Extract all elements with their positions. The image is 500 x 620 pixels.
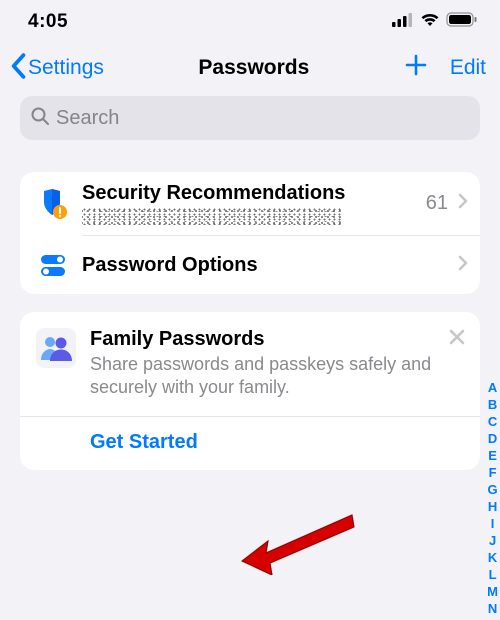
security-options-card: Security Recommendations 61 xyxy=(20,172,480,294)
password-options-row[interactable]: Password Options xyxy=(20,236,480,294)
chevron-right-icon xyxy=(458,193,468,214)
index-letter[interactable]: H xyxy=(488,499,497,515)
index-letter[interactable]: F xyxy=(489,465,497,481)
add-button[interactable] xyxy=(404,53,428,83)
page-title: Passwords xyxy=(198,56,309,80)
wifi-icon xyxy=(420,13,440,32)
content: Security Recommendations 61 xyxy=(0,148,500,470)
plus-icon xyxy=(404,53,428,77)
index-letter[interactable]: L xyxy=(489,567,497,583)
battery-icon xyxy=(446,12,478,32)
index-letter[interactable]: G xyxy=(488,482,498,498)
security-subtitle-redacted xyxy=(82,207,426,225)
index-jump-bar[interactable]: ABCDEFGHIJKLMN xyxy=(487,380,500,617)
nav-back-button[interactable]: Settings xyxy=(8,53,104,84)
index-letter[interactable]: C xyxy=(488,414,497,430)
index-letter[interactable]: K xyxy=(488,550,497,566)
index-letter[interactable]: J xyxy=(489,533,496,549)
family-icon xyxy=(36,328,76,368)
security-title: Security Recommendations xyxy=(82,182,426,205)
chevron-left-icon xyxy=(8,53,28,84)
index-letter[interactable]: I xyxy=(491,516,495,532)
nav-back-label: Settings xyxy=(28,56,104,80)
index-letter[interactable]: B xyxy=(488,397,497,413)
family-passwords-body: Family Passwords Share passwords and pas… xyxy=(20,312,480,417)
status-time: 4:05 xyxy=(28,11,68,33)
security-recommendations-row[interactable]: Security Recommendations 61 xyxy=(20,172,480,236)
index-letter[interactable]: D xyxy=(488,431,497,447)
index-letter[interactable]: M xyxy=(487,584,498,600)
security-count: 61 xyxy=(426,192,448,215)
family-description: Share passwords and passkeys safely and … xyxy=(90,353,464,400)
close-icon xyxy=(448,326,466,351)
toggles-icon xyxy=(36,250,70,280)
nav-bar: Settings Passwords Edit xyxy=(0,44,500,96)
search-icon xyxy=(30,106,50,131)
chevron-right-icon xyxy=(458,255,468,276)
edit-button[interactable]: Edit xyxy=(450,56,486,80)
cellular-icon xyxy=(392,13,414,32)
family-title: Family Passwords xyxy=(90,328,464,351)
status-bar: 4:05 xyxy=(0,0,500,44)
family-action-row: Get Started xyxy=(20,417,480,470)
family-passwords-card: Family Passwords Share passwords and pas… xyxy=(20,312,480,470)
status-icons xyxy=(392,12,478,32)
options-title: Password Options xyxy=(82,254,458,277)
close-button[interactable] xyxy=(448,326,466,352)
index-letter[interactable]: E xyxy=(488,448,497,464)
get-started-button[interactable]: Get Started xyxy=(90,431,198,453)
shield-warning-icon xyxy=(36,188,70,220)
search-field[interactable] xyxy=(20,96,480,140)
annotation-arrow xyxy=(240,505,360,575)
search-input[interactable] xyxy=(56,107,470,130)
nav-actions: Edit xyxy=(404,53,486,83)
index-letter[interactable]: A xyxy=(488,380,497,396)
search-wrap xyxy=(0,96,500,148)
index-letter[interactable]: N xyxy=(488,601,497,617)
